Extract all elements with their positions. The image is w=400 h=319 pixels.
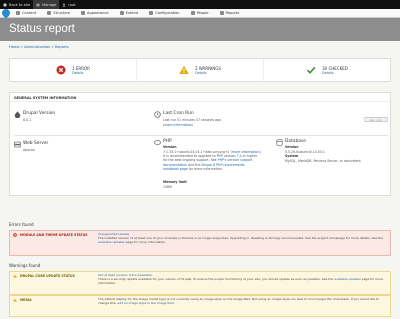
admin-toolbar: Back to site Manage root <box>0 0 400 9</box>
cron-more-info-link[interactable]: (more information) <box>163 123 193 127</box>
extend-icon <box>119 11 124 15</box>
appearance-icon <box>81 11 86 15</box>
configuration-icon <box>149 11 154 15</box>
error-details-link[interactable]: Details <box>72 71 90 75</box>
tray-label: People <box>196 11 209 15</box>
last-cron-card: Last Cron Run Last run 51 minutes 57 sec… <box>154 111 388 135</box>
database-title: Database <box>285 139 306 144</box>
server-icon <box>14 141 21 148</box>
general-system-information: GENERAL SYSTEM INFORMATION Drupal Versio… <box>9 92 391 196</box>
manage-tab[interactable]: Manage <box>33 0 60 9</box>
available-updates-link[interactable]: available updates <box>334 277 361 281</box>
page-header: Status report <box>0 18 400 41</box>
user-tab[interactable]: root <box>59 0 78 9</box>
warnings-found-title: Warnings found <box>9 263 41 268</box>
warning-report-media: MEDIA The default display for the Image … <box>9 295 391 317</box>
back-to-site-label: Back to site <box>9 2 31 7</box>
error-tail: page for more information. <box>125 239 167 244</box>
database-system-value: MySQL, MariaDB, Percona Server, or equiv… <box>285 158 361 163</box>
memory-limit-value: 128M <box>163 184 172 189</box>
warning-report-core-update: DRUPAL CORE UPDATE STATUS Out of date (v… <box>9 271 391 295</box>
warning-body: The default display for the Image media … <box>98 297 387 306</box>
user-icon <box>62 3 66 7</box>
available-updates-link[interactable]: available updates <box>98 240 125 244</box>
tray-label: Extend <box>125 11 139 15</box>
tray-label: Configuration <box>155 11 180 15</box>
tray-item-configuration[interactable]: Configuration <box>149 11 180 15</box>
reports-icon <box>219 11 224 15</box>
tray-item-content[interactable]: Content <box>16 11 36 15</box>
warning-icon <box>179 65 189 75</box>
summary-errors: 1 ERROR Details <box>10 59 137 81</box>
errors-found-title: Errors found <box>9 222 34 227</box>
php-icon <box>154 140 161 145</box>
web-server-value: Apache <box>23 148 35 152</box>
admin-tray: Content Structure Appearance Extend Conf… <box>0 7 400 19</box>
tray-item-structure[interactable]: Structure <box>47 11 70 15</box>
drupal-version-value: 8.0.1 <box>23 118 32 122</box>
php-note-tail: and the <box>188 162 201 167</box>
tray-label: Reports <box>225 11 240 15</box>
php-card: PHP Version 7.1.33-1+ubuntu14.04.1+deb.s… <box>154 139 264 193</box>
php-version-value: 7.1.33-1+ubuntu14.04.1+deb.sury.org+1 <box>163 149 230 154</box>
warning-label-cell: DRUPAL CORE UPDATE STATUS <box>10 272 95 294</box>
web-server-card: Web Server Apache <box>14 141 134 161</box>
error-body: Unsupported release The installed versio… <box>98 232 387 244</box>
php-more-info-link[interactable]: (more information) <box>231 150 261 154</box>
warning-text: There is a security update available for… <box>98 276 334 281</box>
error-label-cell: MODULE AND THEME UPDATE STATUS <box>10 231 95 255</box>
content-icon <box>16 11 20 15</box>
user-label: root <box>68 2 76 7</box>
database-icon <box>276 139 283 146</box>
last-cron-value: Last run 51 minutes 57 seconds ago <box>163 118 222 122</box>
run-cron-button[interactable]: Run cron <box>364 117 388 122</box>
checked-details-link[interactable]: Details <box>322 71 348 75</box>
php-note-end: for more information. <box>188 167 223 172</box>
web-server-title: Web Server <box>23 141 49 146</box>
tray-label: Structure <box>53 11 71 15</box>
tray-item-reports[interactable]: Reports <box>219 11 240 15</box>
warning-label: MEDIA <box>20 298 32 302</box>
warning-label-cell: MEDIA <box>10 296 95 316</box>
people-icon <box>190 11 195 15</box>
drupal-version-card: Drupal Version 8.0.1 <box>14 111 149 131</box>
tray-item-extend[interactable]: Extend <box>119 11 139 15</box>
breadcrumb[interactable]: Home » Administration » Reports <box>9 45 69 49</box>
tray-item-people[interactable]: People <box>190 11 209 15</box>
manage-label: Manage <box>42 2 57 7</box>
warning-icon <box>13 274 17 278</box>
warning-label: DRUPAL CORE UPDATE STATUS <box>20 274 75 278</box>
tray-label: Appearance <box>87 11 109 15</box>
drupal-logo-icon <box>14 111 21 118</box>
page-title: Status report <box>9 23 75 35</box>
php-title: PHP <box>163 139 172 144</box>
error-icon <box>56 65 66 75</box>
tray-label: Content <box>22 11 37 15</box>
add-image-style-link[interactable]: add an image style to the Image field <box>117 301 173 305</box>
warning-icon <box>13 298 17 302</box>
warning-body: Out of date (version 8.8.2 available) Th… <box>98 273 387 285</box>
summary-checked: 30 CHECKED Details <box>264 59 390 81</box>
error-report-module-update: MODULE AND THEME UPDATE STATUS Unsupport… <box>9 230 391 256</box>
summary-warnings: 2 WARNINGS Details <box>137 59 264 81</box>
gsi-heading: GENERAL SYSTEM INFORMATION <box>10 93 390 102</box>
menu-icon <box>36 3 40 6</box>
php-version-block: 7.1.33-1+ubuntu14.04.1+deb.sury.org+1 (m… <box>163 150 261 172</box>
tray-item-appearance[interactable]: Appearance <box>81 11 109 15</box>
drupal-logo-icon <box>3 2 7 7</box>
clock-icon <box>154 111 161 118</box>
error-icon <box>13 233 17 237</box>
error-label: MODULE AND THEME UPDATE STATUS <box>20 233 88 237</box>
media-warning-tail: . <box>173 300 175 305</box>
database-card: Database Version 5.5.29-0ubuntu0.14.04.1… <box>276 139 388 169</box>
status-summary: 1 ERROR Details 2 WARNINGS Details 30 CH… <box>9 58 391 82</box>
warning-details-link[interactable]: Details <box>195 71 221 75</box>
last-cron-title: Last Cron Run <box>163 111 194 116</box>
gsi-row-2: Web Server Apache PHP Version 7.1.33-1+u… <box>14 135 388 193</box>
checkmark-icon <box>306 65 316 75</box>
drupal-version-title: Drupal Version <box>23 111 56 116</box>
drupal-drop-icon[interactable] <box>0 7 12 19</box>
structure-icon <box>47 11 52 15</box>
